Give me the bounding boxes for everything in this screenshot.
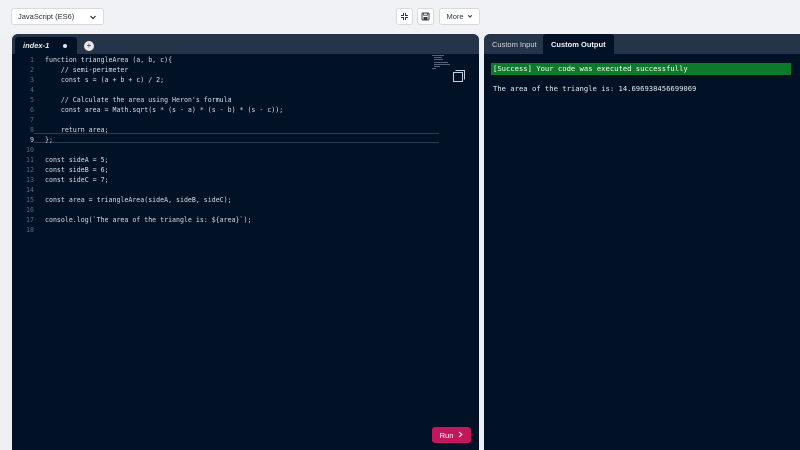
line-number: 16 <box>26 206 34 214</box>
active-line-highlight <box>34 133 439 143</box>
line-number: 8 <box>30 126 34 134</box>
plus-icon: + <box>86 41 92 50</box>
expand-icon[interactable] <box>452 69 466 83</box>
code-line: }; <box>45 136 53 144</box>
save-button[interactable] <box>417 8 434 25</box>
line-number: 14 <box>26 186 34 194</box>
more-button-label: More <box>446 12 464 21</box>
line-number: 7 <box>30 116 34 124</box>
code-line: const sideB = 6; <box>45 166 109 174</box>
run-button[interactable]: Run <box>432 427 471 443</box>
line-number: 2 <box>30 66 34 74</box>
line-number: 10 <box>26 146 34 154</box>
file-tab-label: index-1 <box>23 41 50 50</box>
success-banner: [Success] Your code was executed success… <box>491 63 791 75</box>
code-line: const area = triangleArea(sideA, sideB, … <box>45 196 232 204</box>
line-number: 1 <box>30 56 34 64</box>
file-tab[interactable]: index-1 <box>15 37 77 54</box>
chevron-down-icon <box>88 12 97 21</box>
chevron-down-icon <box>467 12 473 21</box>
language-select[interactable]: JavaScript (ES6) <box>11 8 104 25</box>
save-icon <box>421 8 430 26</box>
output-pane: Custom Input Custom Output [Success] You… <box>484 34 800 450</box>
chevron-right-icon <box>458 431 464 440</box>
language-select-label: JavaScript (ES6) <box>18 12 75 21</box>
line-number: 17 <box>26 216 34 224</box>
code-editor-pane: index-1 + 1 2 3 4 5 6 7 8 9 10 11 12 13 … <box>12 34 479 450</box>
add-tab-button[interactable]: + <box>84 41 94 51</box>
line-number: 18 <box>26 226 34 234</box>
line-number: 15 <box>26 196 34 204</box>
line-number: 13 <box>26 176 34 184</box>
output-tab-bar: Custom Input Custom Output <box>484 34 800 54</box>
line-number: 5 <box>30 96 34 104</box>
run-button-label: Run <box>439 430 454 440</box>
code-line: const sideC = 7; <box>45 176 109 184</box>
program-output: The area of the triangle is: 14.69693845… <box>493 84 697 93</box>
line-number: 11 <box>26 156 34 164</box>
fullscreen-button[interactable] <box>396 8 413 25</box>
line-number: 6 <box>30 106 34 114</box>
code-line: const s = (a + b + c) / 2; <box>45 76 165 84</box>
minimap[interactable] <box>432 54 456 70</box>
line-number: 4 <box>30 86 34 94</box>
code-line: // semi-perimeter <box>45 66 129 74</box>
top-toolbar: JavaScript (ES6) More <box>0 0 800 34</box>
line-number: 12 <box>26 166 34 174</box>
more-button[interactable]: More <box>439 8 480 25</box>
code-line: console.log(`The area of the triangle is… <box>45 216 252 224</box>
tab-custom-output[interactable]: Custom Output <box>543 34 614 54</box>
line-number: 3 <box>30 76 34 84</box>
code-line: function triangleArea (a, b, c){ <box>45 56 173 64</box>
editor-tab-bar: index-1 + <box>12 34 479 54</box>
code-line: return area; <box>45 126 109 134</box>
compress-icon <box>400 8 409 26</box>
tab-custom-input[interactable]: Custom Input <box>484 34 545 54</box>
line-number-gutter: 1 2 3 4 5 6 7 8 9 10 11 12 13 14 15 16 1… <box>12 54 34 450</box>
unsaved-dot-icon <box>63 44 67 48</box>
code-line: const sideA = 5; <box>45 156 109 164</box>
code-line: // Calculate the area using Heron's form… <box>45 96 232 104</box>
code-line: const area = Math.sqrt(s * (s - a) * (s … <box>45 106 284 114</box>
line-number: 9 <box>30 136 34 144</box>
